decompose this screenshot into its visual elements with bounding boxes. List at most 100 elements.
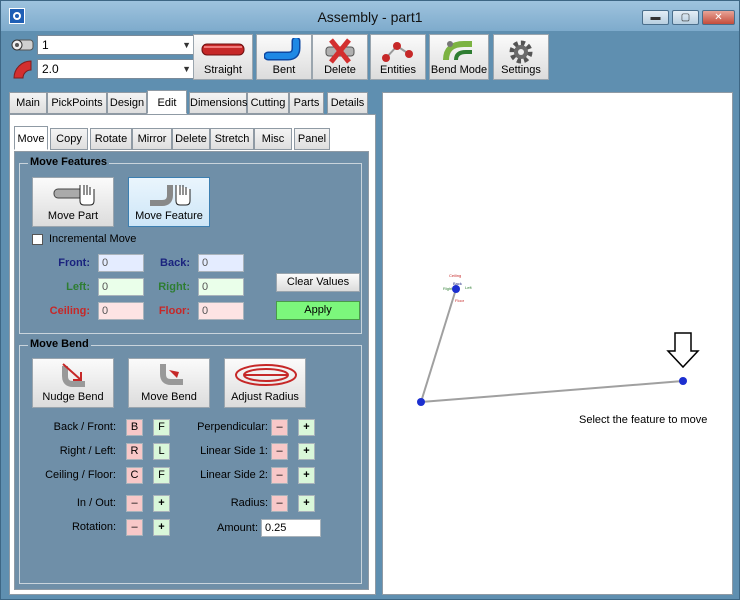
move-feature-label: Move Feature [135, 210, 203, 222]
perpendicular-plus-button[interactable]: + [298, 419, 315, 436]
straight-button[interactable]: Straight [193, 34, 253, 80]
toolbar: 1 ▼ 2.0 ▼ Straight Bent Delete Entities … [9, 32, 733, 84]
tab-pickpoints[interactable]: PickPoints [47, 92, 107, 114]
tab-panel[interactable]: Panel [294, 128, 330, 150]
perpendicular-minus-button[interactable]: – [271, 419, 288, 436]
tab-parts[interactable]: Parts [289, 92, 324, 114]
front-label: Front: [58, 257, 90, 269]
maximize-button[interactable]: ▢ [672, 10, 699, 25]
hand-pipe-icon [53, 185, 95, 206]
down-arrow-icon [666, 332, 700, 369]
bent-label: Bent [272, 64, 296, 76]
move-bend-icon [160, 364, 183, 385]
pipe-segment-1 [420, 288, 457, 403]
linear-side2-plus-button[interactable]: + [298, 467, 315, 484]
axis-back-text: Back [453, 281, 462, 286]
window-title: Assembly - part1 [317, 9, 423, 25]
end-point[interactable] [679, 377, 687, 385]
bend-point[interactable] [417, 398, 425, 406]
adjust-radius-label: Adjust Radius [231, 391, 299, 403]
pipe-size-select[interactable]: 1 ▼ [37, 35, 195, 55]
straight-pipe-icon [201, 43, 245, 56]
ceiling-input[interactable]: 0 [98, 302, 144, 320]
linear-side1-minus-button[interactable]: – [271, 443, 288, 460]
radius-plus-button[interactable]: + [298, 495, 315, 512]
ceiling-nudge-button[interactable]: C [126, 467, 143, 484]
settings-button[interactable]: Settings [493, 34, 549, 80]
right-input[interactable]: 0 [198, 278, 244, 296]
front-nudge-button[interactable]: F [153, 419, 170, 436]
edit-panel: Move Copy Rotate Mirror Delete Stretch M… [9, 114, 376, 595]
incremental-move-checkbox[interactable] [32, 234, 43, 245]
minimize-button[interactable]: ▬ [642, 10, 669, 25]
bent-button[interactable]: Bent [256, 34, 312, 80]
radius-label: Radius: [230, 497, 268, 509]
move-feature-button[interactable]: Move Feature [128, 177, 210, 227]
adjust-radius-button[interactable]: Adjust Radius [224, 358, 306, 408]
tab-delete[interactable]: Delete [172, 128, 210, 150]
hint-text: Select the feature to move [579, 414, 708, 426]
rotation-minus-button[interactable]: – [126, 519, 143, 536]
pipe-segment-2 [420, 380, 684, 403]
entities-button[interactable]: Entities [370, 34, 426, 80]
linear-side1-plus-button[interactable]: + [298, 443, 315, 460]
floor-nudge-button[interactable]: F [153, 467, 170, 484]
tab-cutting[interactable]: Cutting [247, 92, 289, 114]
floor-input[interactable]: 0 [198, 302, 244, 320]
bend-mode-button[interactable]: Bend Mode [429, 34, 489, 80]
tab-move[interactable]: Move [14, 126, 48, 150]
title-bar: Assembly - part1 ▬ ▢ ✕ [1, 1, 739, 31]
back-front-label: Back / Front: [53, 421, 116, 433]
chevron-down-icon: ▼ [182, 64, 191, 74]
bend-radius-select[interactable]: 2.0 ▼ [37, 59, 195, 79]
hand-bend-icon [150, 185, 191, 206]
out-plus-button[interactable]: + [153, 495, 170, 512]
front-input[interactable]: 0 [98, 254, 144, 272]
right-nudge-button[interactable]: R [126, 443, 143, 460]
adjust-radius-icon [235, 364, 297, 386]
move-bend-title: Move Bend [28, 338, 91, 350]
pipe-size-icon [11, 39, 34, 51]
delete-button[interactable]: Delete [312, 34, 368, 80]
left-input[interactable]: 0 [98, 278, 144, 296]
linear-side1-label: Linear Side 1: [200, 445, 268, 457]
move-features-title: Move Features [28, 156, 110, 168]
left-nudge-button[interactable]: L [153, 443, 170, 460]
tab-main[interactable]: Main [9, 92, 47, 114]
tab-dimensions[interactable]: Dimensions [189, 92, 247, 114]
tab-stretch[interactable]: Stretch [210, 128, 254, 150]
nudge-bend-button[interactable]: Nudge Bend [32, 358, 114, 408]
amount-input[interactable]: 0.25 [261, 519, 321, 537]
tab-copy[interactable]: Copy [50, 128, 88, 150]
in-minus-button[interactable]: – [126, 495, 143, 512]
floor-label: Floor: [158, 305, 190, 317]
tab-details[interactable]: Details [327, 92, 368, 114]
back-input[interactable]: 0 [198, 254, 244, 272]
right-label: Right: [158, 281, 190, 293]
axis-floor-text: Floor [455, 298, 465, 303]
tab-misc[interactable]: Misc [254, 128, 292, 150]
rotation-label: Rotation: [71, 521, 116, 533]
axis-ceiling-text: Ceiling [449, 273, 461, 278]
tab-rotate[interactable]: Rotate [90, 128, 132, 150]
entities-label: Entities [379, 64, 417, 76]
apply-button[interactable]: Apply [276, 301, 360, 320]
tab-mirror[interactable]: Mirror [132, 128, 172, 150]
linear-side2-minus-button[interactable]: – [271, 467, 288, 484]
straight-label: Straight [204, 64, 242, 76]
move-bend-button[interactable]: Move Bend [128, 358, 210, 408]
start-point[interactable] [452, 285, 460, 293]
viewport-canvas[interactable]: Ceiling Back Left Right Floor Select the… [382, 92, 733, 595]
radius-minus-button[interactable]: – [271, 495, 288, 512]
right-left-label: Right / Left: [59, 445, 116, 457]
move-part-button[interactable]: Move Part [32, 177, 114, 227]
tab-edit[interactable]: Edit [147, 90, 187, 114]
tab-design[interactable]: Design [107, 92, 147, 114]
clear-values-button[interactable]: Clear Values [276, 273, 360, 292]
rotation-plus-button[interactable]: + [153, 519, 170, 536]
back-nudge-button[interactable]: B [126, 419, 143, 436]
back-label: Back: [160, 257, 190, 269]
move-tab-content: Move Features Move Part Move Feature Inc… [14, 151, 369, 590]
close-button[interactable]: ✕ [702, 10, 735, 25]
amount-label: Amount: [217, 522, 258, 534]
